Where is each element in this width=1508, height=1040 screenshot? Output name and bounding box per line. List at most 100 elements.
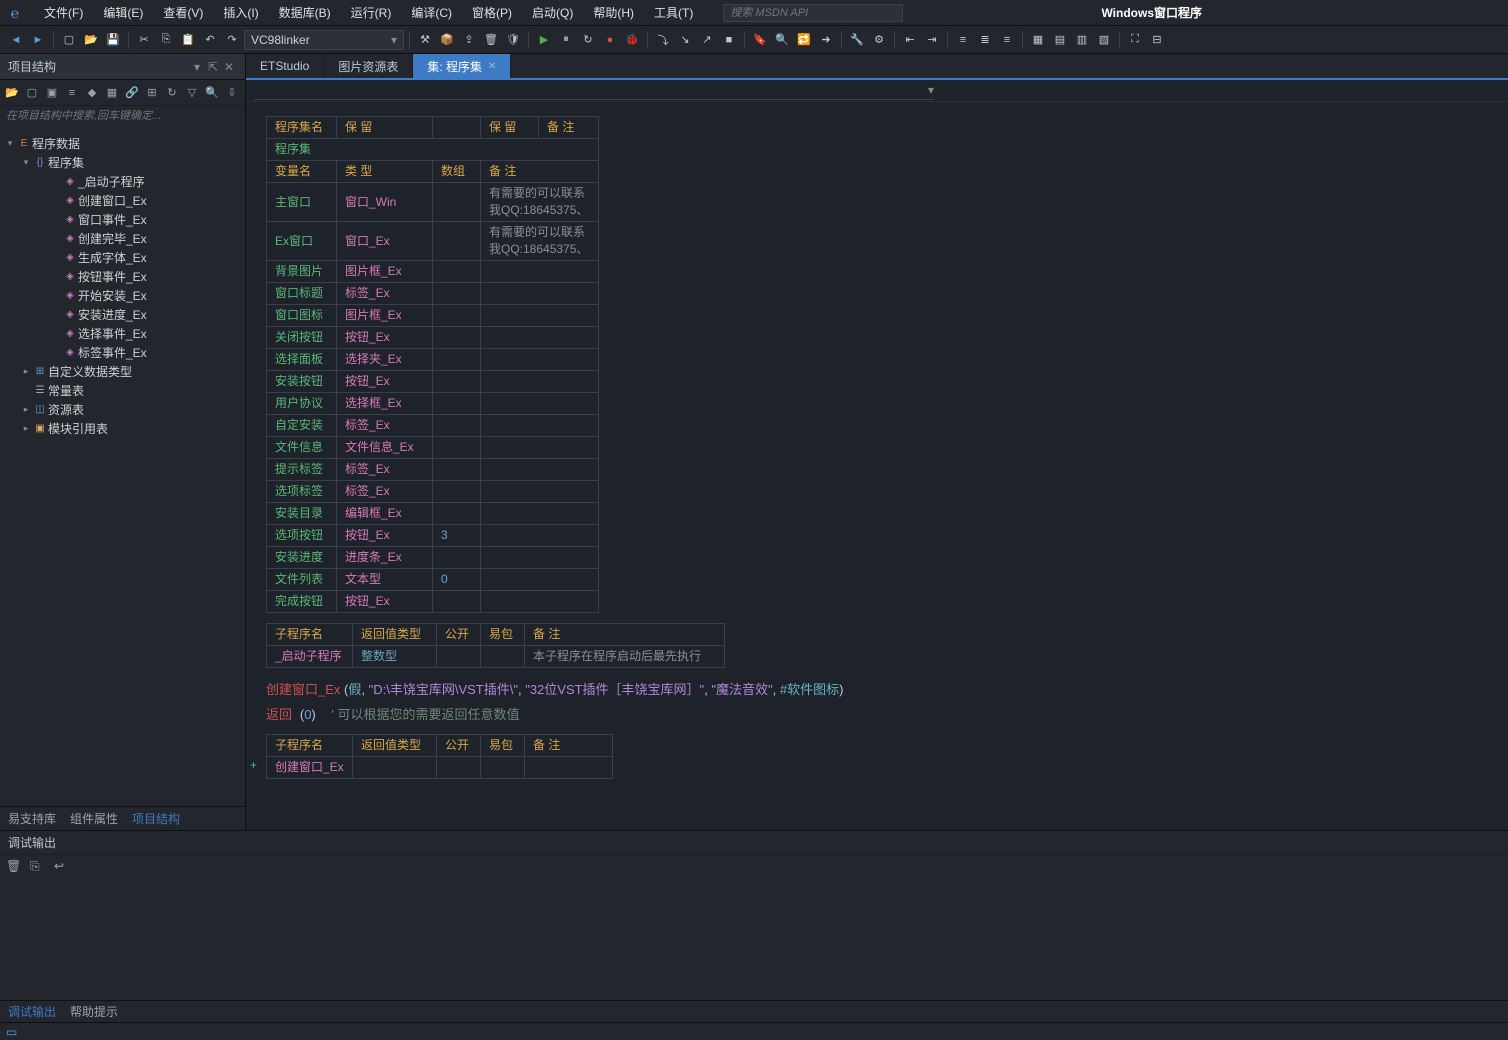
step-into-icon[interactable]: ↘ (675, 30, 695, 50)
var-row[interactable]: 选项标签标签_Ex (267, 481, 599, 503)
tree-sub-item[interactable]: ◈窗口事件_Ex (0, 210, 245, 229)
code-line-1[interactable]: 创建窗口_Ex (假, "D:\丰饶宝库网\VST插件\", "32位VST插件… (266, 678, 1488, 703)
replace-icon[interactable]: 🔁 (794, 30, 814, 50)
menu-edit[interactable]: 编辑(E) (93, 0, 153, 26)
var-row[interactable]: 安装目录编辑框_Ex (267, 503, 599, 525)
editor-nav-combo[interactable]: ▾ (254, 82, 934, 100)
wrap-output-icon[interactable]: ↩ (54, 859, 70, 873)
layout2-icon[interactable]: ▤ (1050, 30, 1070, 50)
var-row[interactable]: 安装按钮按钮_Ex (267, 371, 599, 393)
var-row[interactable]: 背景图片图片框_Ex (267, 261, 599, 283)
tree-module[interactable]: ▸▣ 模块引用表 (0, 419, 245, 438)
var-row[interactable]: 文件信息文件信息_Ex (267, 437, 599, 459)
menu-launch[interactable]: 启动(Q) (522, 0, 583, 26)
menu-database[interactable]: 数据库(B) (269, 0, 341, 26)
var-row[interactable]: 窗口图标图片框_Ex (267, 305, 599, 327)
tab-debug-output[interactable]: 调试输出 (8, 1003, 56, 1020)
tree-res[interactable]: ▸◫ 资源表 (0, 400, 245, 419)
gear-icon[interactable]: ⚙ (869, 30, 889, 50)
dll-icon[interactable]: ▦ (104, 85, 120, 101)
tab-image-res[interactable]: 图片资源表 (324, 54, 413, 78)
menu-pane[interactable]: 窗格(P) (462, 0, 522, 26)
step-over-icon[interactable]: ⤵ (653, 30, 673, 50)
wrench-icon[interactable]: 🔧 (847, 30, 867, 50)
import-icon[interactable]: ⇩ (224, 85, 240, 101)
refresh-icon[interactable]: ↻ (164, 85, 180, 101)
align-center-icon[interactable]: ≣ (975, 30, 995, 50)
panel-menu-icon[interactable]: ▾ (189, 60, 205, 74)
clear-output-icon[interactable]: 🗑 (6, 859, 22, 873)
var-row[interactable]: 文件列表文本型0 (267, 569, 599, 591)
new-icon[interactable]: ▢ (59, 30, 79, 50)
clean-icon[interactable]: 🗑 (481, 30, 501, 50)
tree-sub-item[interactable]: ◈创建窗口_Ex (0, 191, 245, 210)
tab-etstudio[interactable]: ETStudio (246, 54, 324, 78)
menu-tools[interactable]: 工具(T) (644, 0, 703, 26)
save-icon[interactable]: 💾 (103, 30, 123, 50)
run-icon[interactable]: ▶ (534, 30, 554, 50)
menu-help[interactable]: 帮助(H) (583, 0, 644, 26)
package-icon[interactable]: 📦 (437, 30, 457, 50)
find-icon[interactable]: 🔍 (772, 30, 792, 50)
folder-open-icon[interactable]: 📂 (4, 85, 20, 101)
tree-assembly[interactable]: ▾{} 程序集 (0, 153, 245, 172)
paste-icon[interactable]: 📋 (178, 30, 198, 50)
panel-pin-icon[interactable]: ⇱ (205, 60, 221, 74)
msdn-search-input[interactable] (723, 4, 903, 22)
code-line-2[interactable]: 返回 (0) ' 可以根据您的需要返回任意数值 (266, 703, 1488, 728)
var-icon[interactable]: ≡ (64, 85, 80, 101)
var-row[interactable]: 选择面板选择夹_Ex (267, 349, 599, 371)
menu-run[interactable]: 运行(R) (341, 0, 402, 26)
menu-view[interactable]: 查看(V) (153, 0, 213, 26)
expand-icon[interactable]: ⛶ (1125, 30, 1145, 50)
var-row[interactable]: 自定安装标签_Ex (267, 415, 599, 437)
tree-const[interactable]: ☰ 常量表 (0, 381, 245, 400)
var-row[interactable]: 安装进度进度条_Ex (267, 547, 599, 569)
tree-sub-item[interactable]: ◈安装进度_Ex (0, 305, 245, 324)
layout3-icon[interactable]: ▥ (1072, 30, 1092, 50)
var-row[interactable]: 提示标签标签_Ex (267, 459, 599, 481)
tree-sub-item[interactable]: ◈生成字体_Ex (0, 248, 245, 267)
tree-sub-item[interactable]: ◈开始安装_Ex (0, 286, 245, 305)
cut-icon[interactable]: ✂ (134, 30, 154, 50)
undo-icon[interactable]: ↶ (200, 30, 220, 50)
expand-gutter-icon[interactable]: + (250, 758, 257, 772)
link-icon[interactable]: 🔗 (124, 85, 140, 101)
tree-sub-item[interactable]: ◈_启动子程序 (0, 172, 245, 191)
tab-close-icon[interactable]: ✕ (488, 61, 496, 72)
stop-icon[interactable]: ■ (719, 30, 739, 50)
tab-component-props[interactable]: 组件属性 (70, 810, 118, 827)
menu-insert[interactable]: 插入(I) (213, 0, 268, 26)
var-row[interactable]: Ex窗口窗口_Ex有需要的可以联系我QQ:18645375、 (267, 222, 599, 261)
bookmark-icon[interactable]: 🔖 (750, 30, 770, 50)
project-tree[interactable]: ▾E 程序数据 ▾{} 程序集 ◈_启动子程序◈创建窗口_Ex◈窗口事件_Ex◈… (0, 130, 245, 806)
outdent-icon[interactable]: ⇤ (900, 30, 920, 50)
tab-assembly[interactable]: 集: 程序集✕ (413, 54, 511, 78)
var-row[interactable]: 完成按钮按钮_Ex (267, 591, 599, 613)
menu-file[interactable]: 文件(F) (34, 0, 93, 26)
search-icon[interactable]: 🔍 (204, 85, 220, 101)
var-row[interactable]: 用户协议选择框_Ex (267, 393, 599, 415)
shield-icon[interactable]: 🛡 (503, 30, 523, 50)
tree-icon[interactable]: ⊞ (144, 85, 160, 101)
indent-icon[interactable]: ⇥ (922, 30, 942, 50)
step-out-icon[interactable]: ↗ (697, 30, 717, 50)
forward-icon[interactable]: ► (28, 30, 48, 50)
tree-sub-item[interactable]: ◈选择事件_Ex (0, 324, 245, 343)
copy-icon[interactable]: ⎘ (156, 30, 176, 50)
redo-icon[interactable]: ↷ (222, 30, 242, 50)
linker-combo[interactable]: VC98linker (244, 30, 404, 50)
align-right-icon[interactable]: ≡ (997, 30, 1017, 50)
filter-icon[interactable]: ▽ (184, 85, 200, 101)
debug-output-body[interactable] (0, 877, 1508, 1000)
var-row[interactable]: 选项按钮按钮_Ex3 (267, 525, 599, 547)
restart-icon[interactable]: ↻ (578, 30, 598, 50)
tree-sub-item[interactable]: ◈按钮事件_Ex (0, 267, 245, 286)
open-icon[interactable]: 📂 (81, 30, 101, 50)
tree-sub-item[interactable]: ◈创建完毕_Ex (0, 229, 245, 248)
tab-support-lib[interactable]: 易支持库 (8, 810, 56, 827)
layout1-icon[interactable]: ▦ (1028, 30, 1048, 50)
menu-compile[interactable]: 编译(C) (401, 0, 462, 26)
tree-root[interactable]: ▾E 程序数据 (0, 134, 245, 153)
layout4-icon[interactable]: ▧ (1094, 30, 1114, 50)
